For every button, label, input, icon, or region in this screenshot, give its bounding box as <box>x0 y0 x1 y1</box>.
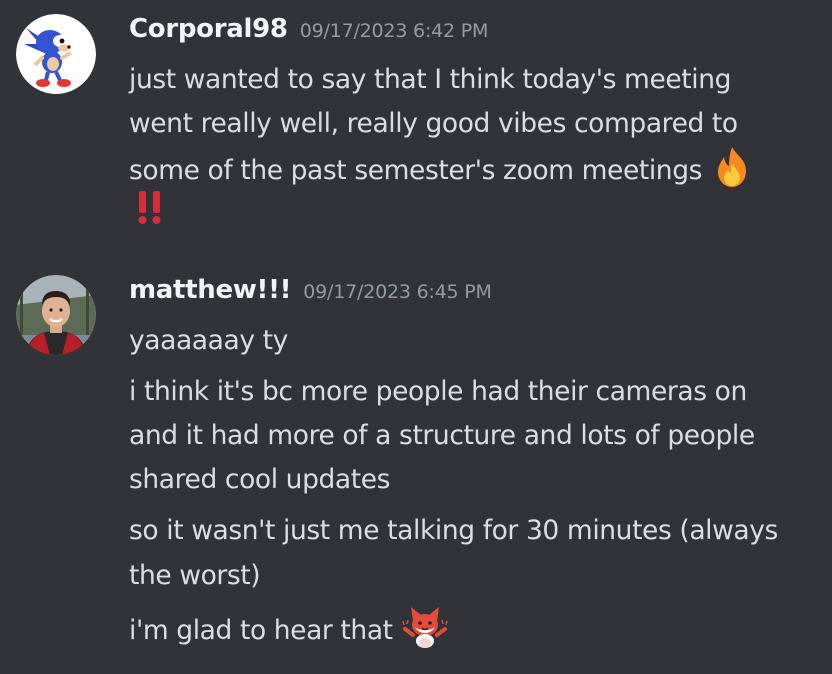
message-line: i'm glad to hear that <box>129 605 819 662</box>
avatar-corporal98[interactable] <box>16 14 96 94</box>
person-photo-avatar-icon <box>16 275 96 355</box>
message-line: yaaaaaay ty <box>129 325 288 356</box>
message-line-text: some of the past semester's zoom meeting… <box>129 155 703 186</box>
message-line: went really well, really good vibes comp… <box>129 108 738 139</box>
message-line: shared cool updates <box>129 464 391 495</box>
username[interactable]: matthew!!! <box>129 275 292 305</box>
message-line-text: i'm glad to hear that <box>129 615 393 646</box>
hedgehog-avatar-icon <box>16 14 96 94</box>
message-line: so it wasn't just me talking for 30 minu… <box>129 515 778 546</box>
message-line: and it had more of a structure and lots … <box>129 420 755 451</box>
fox-cheer-emoji-icon[interactable] <box>401 605 449 662</box>
double-exclamation-emoji-icon[interactable] <box>132 187 168 240</box>
message-header: matthew!!! 09/17/2023 6:45 PM <box>129 275 492 305</box>
timestamp[interactable]: 09/17/2023 6:42 PM <box>300 20 489 42</box>
avatar-matthew[interactable] <box>16 275 96 355</box>
message-header: Corporal98 09/17/2023 6:42 PM <box>129 14 488 44</box>
timestamp[interactable]: 09/17/2023 6:45 PM <box>303 281 492 303</box>
message-line: i think it's bc more people had their ca… <box>129 376 747 407</box>
message-line: just wanted to say that I think today's … <box>129 64 732 95</box>
username[interactable]: Corporal98 <box>129 14 288 44</box>
message-line <box>132 187 822 240</box>
message-line: the worst) <box>129 560 261 591</box>
